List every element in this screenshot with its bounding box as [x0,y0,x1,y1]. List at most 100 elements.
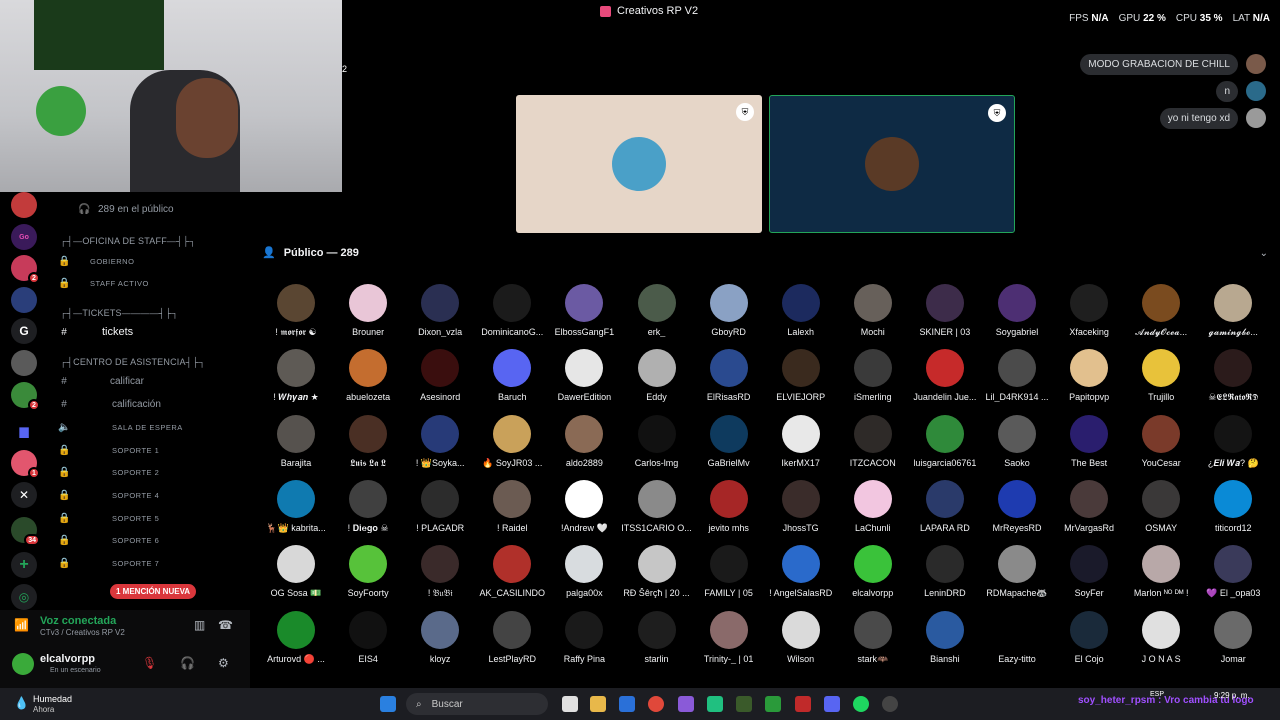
app-icon[interactable] [765,696,781,712]
soundboard-icon[interactable]: ▥ [194,618,205,632]
app-icon[interactable] [707,696,723,712]
speaker-tile[interactable]: ⛨ [516,95,762,233]
audience-member[interactable]: Saoko [981,414,1053,468]
audience-member[interactable]: SoyFoorty [332,545,404,598]
audience-member[interactable]: kloyz [404,610,476,664]
audience-member[interactable]: Bianshi [909,610,981,664]
audience-member[interactable]: Raffy Pina [548,610,620,664]
audience-member[interactable]: ElRisasRD [693,349,765,402]
audience-member[interactable]: SoyFer [1053,545,1125,598]
avatar[interactable] [1246,108,1266,128]
audience-member[interactable]: Arturovd 🔴 ... [260,610,332,665]
audience-member[interactable]: Juandelin Jue... [909,349,981,402]
audience-member[interactable]: palga00x [548,545,620,598]
explorer-icon[interactable] [590,696,606,712]
audience-member[interactable]: SKINER | 03 [909,284,981,337]
audience-member[interactable]: MrVargasRd [1053,479,1125,533]
audience-member[interactable]: ELVIEJORP [765,349,837,402]
audience-member[interactable]: Asesinord [404,349,476,402]
explore-icon[interactable]: ◎ [11,584,37,610]
server-icon[interactable] [11,350,37,376]
audience-member[interactable]: IkerMX17 [765,414,837,468]
audience-member[interactable]: luisgarcia06761 [909,414,981,468]
audience-member[interactable]: The Best [1053,414,1125,468]
folder-icon[interactable]: ▆ [11,418,37,444]
audience-member[interactable]: 𝕷𝖚𝖎𝖘 𝕷𝖆 𝕷 [332,414,404,469]
audience-member[interactable]: El Cojo [1053,610,1125,664]
gear-icon[interactable]: ⚙ [218,656,229,670]
audience-member[interactable]: ITZCACON [837,414,909,468]
channel-sala-espera[interactable]: 🔈 SALA DE ESPERA [48,418,248,436]
audience-member[interactable]: OSMAY [1125,479,1197,533]
audience-member[interactable]: ! PLAGADR [404,479,476,533]
avatar[interactable] [1246,54,1266,74]
audience-member[interactable]: Eazy-titto [981,610,1053,664]
audience-member[interactable]: JhossTG [765,479,837,533]
username[interactable]: elcalvorpp [40,653,95,665]
app-icon[interactable] [678,696,694,712]
category-tickets[interactable]: ┌┤—TICKETS————┤├┐ [48,304,248,322]
chevron-down-icon[interactable]: ⌄ [1260,248,1268,259]
weather-title[interactable]: Humedad [33,694,72,704]
audience-member[interactable]: !Andrew 🤍 [548,479,620,534]
audience-member[interactable]: ITSS1CARIO O... [621,479,693,533]
audience-member[interactable]: ¿𝑬𝒍𝒊 𝑾𝒂? 🤔 [1197,414,1269,469]
audience-member[interactable]: Wilson [765,610,837,664]
weather-icon[interactable]: 💧 [14,696,29,710]
edge-icon[interactable] [619,696,635,712]
audience-member[interactable]: ! 𝑾𝒉𝒚𝒂𝒏 ★ [260,349,332,403]
server-icon[interactable] [11,192,37,218]
channel-calificar[interactable]: # calificar [48,372,248,390]
audience-member[interactable]: Soygabriel [981,284,1053,337]
audience-member[interactable]: stark🦇 [837,610,909,665]
audience-member[interactable]: elcalvorpp [837,545,909,598]
avatar[interactable] [12,653,34,675]
audience-member[interactable]: LAPARA RD [909,479,981,533]
signal-icon[interactable]: 📶 [14,618,29,632]
audience-member[interactable]: Xfaceking [1053,284,1125,337]
discord-icon[interactable] [824,696,840,712]
audience-member[interactable]: ! 𝖒𝖔𝖗𝖋𝖔𝖗 ☯ [260,284,332,338]
audience-member[interactable]: ! AngelSalasRD [765,545,837,598]
audience-member[interactable]: Mochi [837,284,909,337]
audience-member[interactable]: AK_CASILINDO [476,545,548,598]
audience-member[interactable]: GaBrielMv [693,414,765,468]
mute-icon[interactable]: 🎙 [142,656,157,670]
audience-member[interactable]: Dixon_vzla [404,284,476,337]
audience-member[interactable]: ! Raidel [476,479,548,533]
audience-member[interactable]: starlin [621,610,693,664]
audience-member[interactable]: 🦌👑 kabrita... [260,479,332,534]
audience-member[interactable]: Baruch [476,349,548,402]
audience-member[interactable]: J O N A S [1125,610,1197,664]
category-centro[interactable]: ┌┤CENTRO DE ASISTENCIA┤├┐ [48,353,248,371]
search-input[interactable]: ⌕ Buscar [406,693,548,715]
audience-member[interactable]: RĐ Šêrçħ | 20 ... [621,545,693,598]
server-icon[interactable] [11,287,37,313]
channel-soporte-1[interactable]: 🔒 SOPORTE 1 [48,441,248,459]
audience-member[interactable]: Trujillo [1125,349,1197,402]
chrome-icon[interactable] [648,696,664,712]
audience-member[interactable]: ! 👑Soyka... [404,414,476,469]
audience-member[interactable]: jevito mhs [693,479,765,533]
avatar[interactable] [1246,81,1266,101]
audience-member[interactable]: erk_ [621,284,693,337]
audience-member[interactable]: Barajita [260,414,332,468]
category-staff[interactable]: ┌┤—OFICINA DE STAFF—┤├┐ [48,232,248,250]
audience-member[interactable]: LestPlayRD [476,610,548,664]
audience-member[interactable]: Eddy [621,349,693,402]
audience-member[interactable]: ElbossGangF1 [548,284,620,337]
audience-member[interactable]: GboyRD [693,284,765,337]
audience-member[interactable]: Brouner [332,284,404,337]
channel-tickets[interactable]: # tickets [48,323,248,341]
new-mention-badge[interactable]: 1 MENCIÓN NUEVA [110,584,197,599]
audience-member[interactable]: Trinity-_ | 01 [693,610,765,664]
audience-member[interactable]: 💜 El _opa03 [1197,545,1269,599]
audience-member[interactable]: DominicanoG... [476,284,548,337]
audience-member[interactable]: OG Sosa 💵 [260,545,332,599]
audience-member[interactable]: abuelozeta [332,349,404,402]
audience-member[interactable]: LeninDRD [909,545,981,598]
audience-member[interactable]: MrReyesRD [981,479,1053,533]
obs-icon[interactable] [882,696,898,712]
audience-member[interactable]: Jomar [1197,610,1269,664]
audience-member[interactable]: Marlon ᴺᴼ ᴰᴹ ! [1125,545,1197,598]
